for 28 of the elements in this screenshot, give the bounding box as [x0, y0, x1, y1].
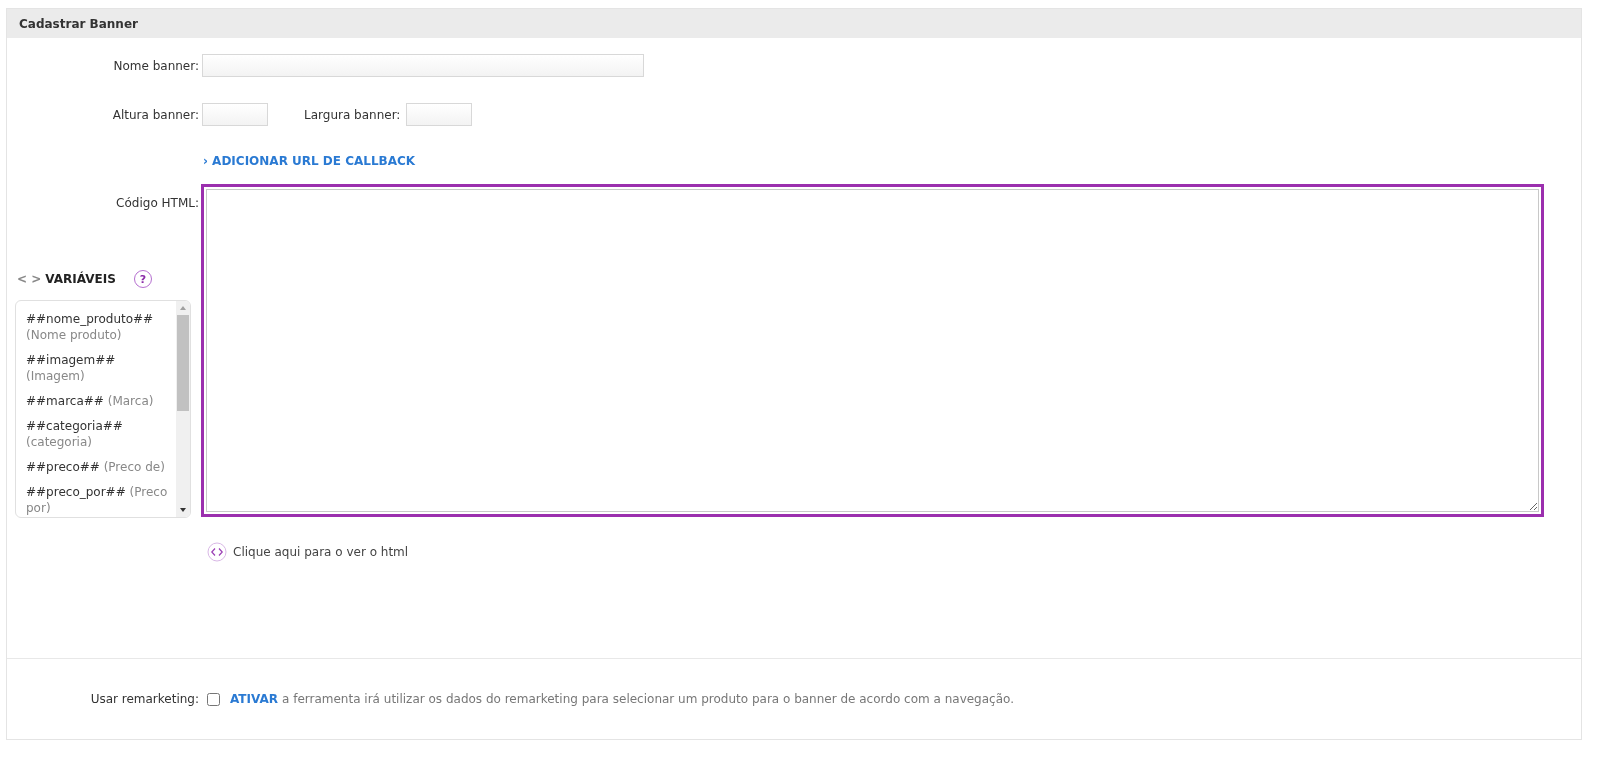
variables-title: VARIÁVEIS: [45, 272, 116, 286]
activate-link[interactable]: ATIVAR: [230, 692, 278, 706]
scrollbar-thumb[interactable]: [177, 315, 189, 411]
code-textarea[interactable]: [201, 184, 1544, 517]
variable-item[interactable]: ##preco_por## (Preco por): [26, 484, 168, 516]
input-field[interactable]: [406, 103, 473, 126]
remarketing-checkbox[interactable]: [207, 692, 220, 706]
scroll-down-icon[interactable]: [179, 507, 187, 513]
scrollbar[interactable]: [176, 301, 190, 517]
field-label: Altura banner:: [111, 107, 199, 122]
input-field[interactable]: [202, 103, 268, 126]
callback-link[interactable]: › ADICIONAR URL DE CALLBACK: [203, 154, 416, 168]
field-label: Largura banner:: [304, 107, 401, 122]
field-label: Código HTML:: [115, 196, 199, 210]
input-field[interactable]: [202, 54, 644, 77]
variable-item[interactable]: ##preco## (Preco de): [26, 459, 168, 475]
code-icon[interactable]: [207, 542, 227, 562]
variable-item[interactable]: ##nome_produto## (Nome produto): [26, 311, 168, 343]
variable-item[interactable]: ##categoria## (categoria): [26, 418, 168, 450]
variable-item[interactable]: ##marca## (Marca): [26, 393, 168, 409]
scroll-up-icon[interactable]: [179, 305, 187, 311]
field-label: Nome banner:: [112, 58, 199, 73]
variable-item[interactable]: ##imagem## (Imagem): [26, 352, 168, 384]
panel-title: Cadastrar Banner: [19, 16, 138, 31]
view-html-link[interactable]: Clique aqui para o ver o html: [233, 545, 409, 559]
code-brackets-icon: < >: [17, 272, 42, 286]
remarketing-description: a ferramenta irá utilizar os dados do remarketing para selecionar um produto para o banner de acordo com a navegação.: [282, 692, 1014, 706]
field-label: Usar remarketing:: [89, 692, 199, 706]
